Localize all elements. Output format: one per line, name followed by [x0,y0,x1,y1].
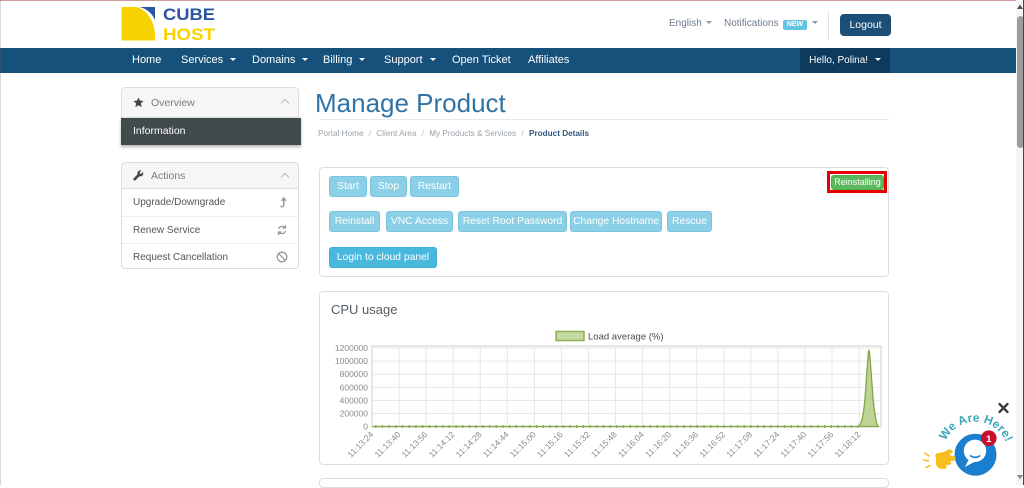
svg-text:11:17:40: 11:17:40 [778,429,808,459]
svg-text:800000: 800000 [340,369,369,379]
svg-text:11:17:24: 11:17:24 [751,429,781,459]
svg-text:11:14:12: 11:14:12 [427,429,457,459]
svg-text:11:16:52: 11:16:52 [697,429,727,459]
svg-text:11:14:28: 11:14:28 [454,429,484,459]
svg-text:11:16:20: 11:16:20 [643,429,673,459]
svg-text:200000: 200000 [340,409,369,419]
svg-text:11:16:04: 11:16:04 [616,429,646,459]
svg-text:400000: 400000 [340,395,369,405]
svg-text:11:14:44: 11:14:44 [481,429,511,459]
svg-text:11:13:24: 11:13:24 [345,429,375,459]
svg-text:11:15:32: 11:15:32 [562,429,592,459]
svg-text:11:17:08: 11:17:08 [724,429,754,459]
svg-text:CUBE: CUBE [163,6,215,24]
svg-text:11:13:40: 11:13:40 [372,429,402,459]
svg-text:11:15:16: 11:15:16 [535,429,565,459]
svg-text:Load average (%): Load average (%) [588,332,664,343]
svg-text:11:16:36: 11:16:36 [670,429,700,459]
svg-text:11:17:56: 11:17:56 [805,429,835,459]
svg-text:HOST: HOST [163,26,215,42]
svg-text:11:13:56: 11:13:56 [399,429,429,459]
svg-text:600000: 600000 [340,382,369,392]
svg-text:11:18:12: 11:18:12 [832,429,862,459]
svg-text:11:15:00: 11:15:00 [508,429,538,459]
svg-text:1000000: 1000000 [335,356,368,366]
svg-text:11:15:48: 11:15:48 [589,429,619,459]
svg-text:1200000: 1200000 [335,343,368,353]
svg-text:1: 1 [986,434,992,445]
